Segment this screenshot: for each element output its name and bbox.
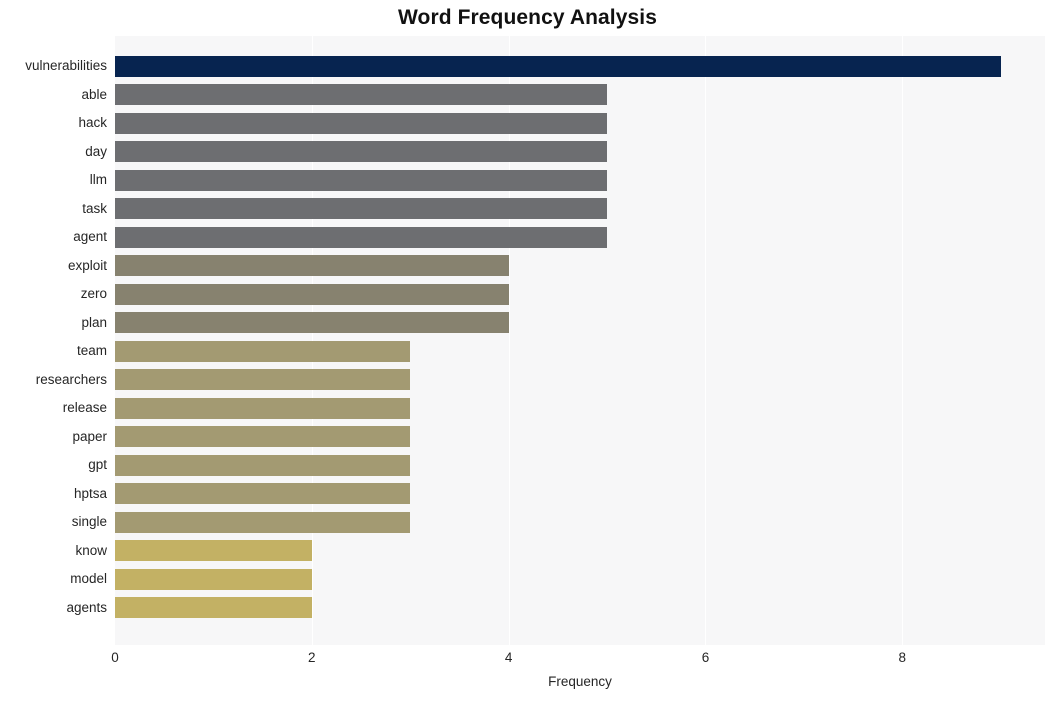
- y-axis-labels: vulnerabilities able hack day llm task agent ex…: [0, 36, 107, 645]
- bar: [115, 255, 509, 277]
- bar: [115, 369, 411, 391]
- x-axis-tick-label: 2: [308, 650, 316, 665]
- y-axis-label: hack: [78, 115, 107, 131]
- x-axis-tick-label: 6: [701, 650, 710, 665]
- y-axis-label: paper: [72, 428, 107, 444]
- bar: [115, 198, 608, 220]
- y-axis-label: agents: [66, 599, 107, 615]
- y-axis-label: vulnerabilities: [25, 58, 107, 74]
- bar: [115, 568, 312, 590]
- y-axis-label: agent: [73, 229, 107, 245]
- y-axis-label: know: [75, 542, 107, 558]
- bar: [115, 597, 312, 619]
- y-axis-label: team: [76, 343, 107, 359]
- x-axis-tick-labels: 0 2 4 6 8: [0, 645, 1055, 671]
- bar: [115, 112, 608, 134]
- y-axis-label: able: [81, 86, 107, 102]
- word-frequency-chart-figure: Word Frequency Analysis vulnerabilities a…: [0, 0, 1055, 701]
- bar: [115, 483, 411, 505]
- x-axis-title: Frequency: [548, 674, 612, 689]
- y-axis-label: zero: [80, 286, 107, 302]
- bar: [115, 340, 411, 362]
- y-axis-label: hptsa: [73, 485, 107, 501]
- bar: [115, 226, 608, 248]
- y-axis-label: release: [62, 400, 107, 416]
- y-axis-label: gpt: [88, 457, 107, 473]
- bar: [115, 454, 411, 476]
- y-axis-label: exploit: [67, 257, 107, 273]
- bar: [115, 141, 608, 163]
- y-axis-label: single: [71, 514, 107, 530]
- y-axis-label: task: [82, 200, 107, 216]
- bar: [115, 55, 1001, 77]
- x-axis-tick-label: 4: [504, 650, 513, 665]
- bar: [115, 169, 608, 191]
- bar: [115, 511, 411, 533]
- y-axis-label: llm: [89, 172, 107, 188]
- bar: [115, 283, 509, 305]
- y-axis-label: day: [85, 143, 107, 159]
- y-axis-label: model: [70, 571, 107, 587]
- bars-layer: [115, 36, 1045, 645]
- bar: [115, 540, 312, 562]
- chart-title: Word Frequency Analysis: [397, 6, 658, 29]
- bar: [115, 312, 509, 334]
- bar: [115, 397, 411, 419]
- x-axis-tick-label: 0: [111, 650, 119, 665]
- y-axis-label: plan: [81, 314, 107, 330]
- y-axis-label: researchers: [35, 371, 107, 387]
- x-axis-tick-label: 8: [898, 650, 907, 665]
- plot-area: [115, 36, 1045, 645]
- bar: [115, 84, 608, 106]
- bar: [115, 426, 411, 448]
